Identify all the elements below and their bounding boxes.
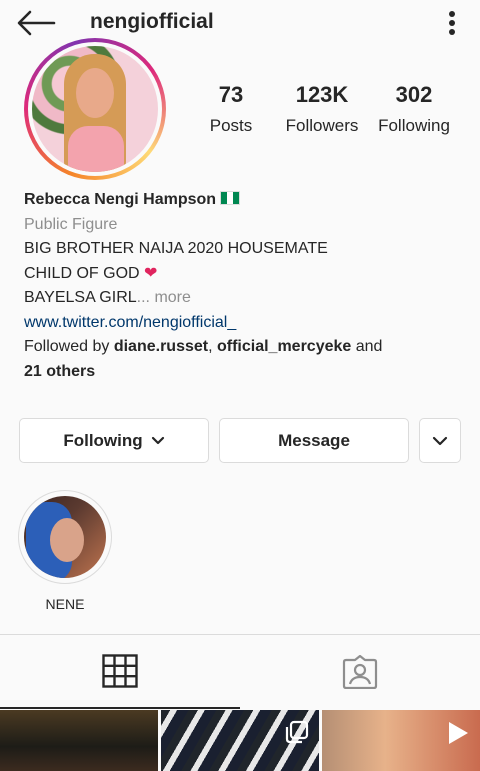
- vertical-dots-icon: [449, 11, 455, 35]
- following-count: 302: [395, 82, 433, 107]
- more-link[interactable]: ... more: [137, 289, 191, 306]
- suggested-accounts-button[interactable]: [419, 418, 461, 463]
- followers-count: 123K: [295, 82, 349, 107]
- chevron-down-icon: [432, 436, 448, 445]
- video-play-icon: [449, 722, 468, 744]
- post-grid: [0, 710, 480, 771]
- post-thumbnail[interactable]: [322, 710, 480, 771]
- posts-count: 73: [218, 82, 244, 107]
- carousel-icon: [285, 720, 309, 744]
- tab-posts-grid[interactable]: [0, 635, 240, 709]
- highlight-photo: [24, 496, 106, 578]
- message-button-label: Message: [278, 430, 350, 450]
- profile-bio: Rebecca Nengi Hampson Public Figure BIG …: [24, 188, 464, 384]
- more-options-button[interactable]: [438, 8, 466, 38]
- bio-line: CHILD OF GOD: [24, 264, 140, 282]
- post-thumbnail[interactable]: [0, 710, 158, 771]
- grid-icon: [102, 654, 138, 688]
- following-button-label: Following: [63, 430, 143, 450]
- followed-by-others-link[interactable]: 21 others: [24, 363, 95, 380]
- follower-link[interactable]: diane.russet: [114, 338, 208, 355]
- bio-line: BAYELSA GIRL: [24, 289, 137, 306]
- top-bar: nengiofficial: [0, 0, 480, 46]
- message-button[interactable]: Message: [219, 418, 409, 463]
- highlight-label: NENE: [45, 596, 85, 612]
- tagged-person-icon: [342, 655, 378, 689]
- back-button[interactable]: [14, 8, 58, 38]
- arrow-left-icon: [17, 10, 56, 36]
- tab-tagged[interactable]: [240, 635, 480, 709]
- posts-stat[interactable]: 73 Posts: [186, 82, 276, 136]
- followers-label: Followers: [285, 116, 359, 135]
- heart-icon: ❤: [144, 264, 158, 282]
- following-stat[interactable]: 302 Following: [369, 82, 459, 136]
- chevron-down-icon: [151, 436, 164, 444]
- follower-link[interactable]: official_mercyeke: [217, 338, 351, 355]
- following-button[interactable]: Following: [19, 418, 209, 463]
- profile-username: nengiofficial: [90, 10, 214, 33]
- post-thumbnail[interactable]: [161, 710, 319, 771]
- website-link[interactable]: www.twitter.com/nengiofficial_: [24, 311, 464, 336]
- profile-category: Public Figure: [24, 215, 118, 233]
- followed-by: Followed by diane.russet, official_mercy…: [24, 338, 383, 355]
- profile-tabs: [0, 634, 480, 709]
- following-label: Following: [378, 116, 450, 135]
- nigeria-flag-icon: [220, 191, 241, 205]
- highlight-cover: [18, 490, 112, 584]
- bio-line: BIG BROTHER NAIJA 2020 HOUSEMATE: [24, 240, 328, 257]
- posts-label: Posts: [209, 116, 253, 135]
- full-name: Rebecca Nengi Hampson: [24, 191, 217, 208]
- story-highlight[interactable]: NENE: [18, 490, 112, 612]
- followers-stat[interactable]: 123K Followers: [277, 82, 367, 136]
- profile-avatar[interactable]: [24, 38, 166, 180]
- profile-photo: [32, 46, 158, 172]
